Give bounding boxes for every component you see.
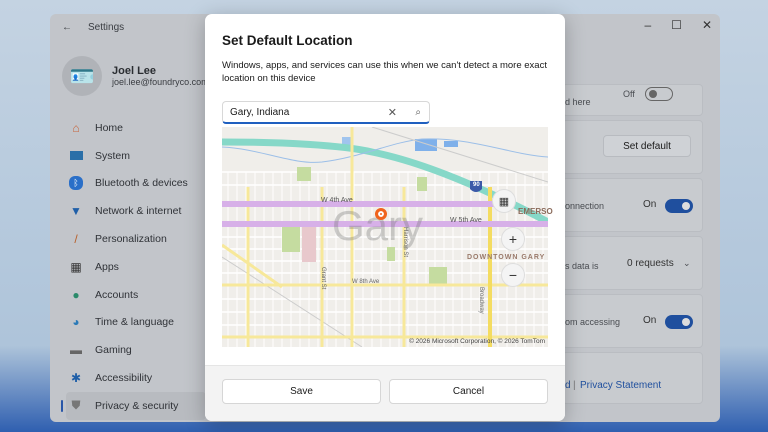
separator: | [573, 380, 576, 391]
setting-label: s data is [565, 261, 599, 271]
nav-label: Personalization [95, 233, 167, 245]
nav-label: Accessibility [95, 372, 152, 384]
system-icon [69, 149, 83, 163]
toggle-state: On [643, 315, 656, 326]
user-email: joel.lee@foundryco.com [112, 77, 209, 87]
save-button[interactable]: Save [222, 379, 381, 404]
setting-card-1: d here Off [562, 84, 703, 116]
sidebar-item-accessibility[interactable]: ✱ Accessibility [66, 364, 206, 392]
home-icon: ⌂ [69, 121, 83, 135]
brush-icon: / [69, 232, 83, 246]
cancel-button[interactable]: Cancel [389, 379, 548, 404]
dialog-title: Set Default Location [222, 33, 353, 48]
nav-label: Privacy & security [95, 400, 178, 412]
nav-label: Home [95, 122, 123, 134]
toggle-switch[interactable] [645, 87, 673, 101]
nav-label: System [95, 150, 130, 162]
setting-card-4: s data is 0 requests ⌄ [562, 236, 703, 290]
setting-card-5: om accessing On [562, 294, 703, 348]
dialog-description: Windows, apps, and services can use this… [222, 59, 557, 85]
sidebar-item-apps[interactable]: ▦ Apps [66, 253, 206, 281]
window-controls: – ☐ ✕ [644, 18, 712, 32]
sidebar-item-privacy-security[interactable]: ⛊ Privacy & security [66, 392, 206, 420]
nav-label: Apps [95, 261, 119, 273]
title-bar: ← Settings [62, 22, 124, 33]
person-icon: ● [69, 288, 83, 302]
sidebar-item-bluetooth[interactable]: ᛒ Bluetooth & devices [66, 170, 206, 198]
location-search-input[interactable]: Gary, Indiana ✕ ⌕ [222, 101, 430, 124]
requests-dropdown[interactable]: 0 requests [627, 258, 674, 269]
clear-icon[interactable]: ✕ [388, 106, 397, 119]
street-label: Grant St [320, 267, 326, 289]
dialog-footer: Save Cancel [205, 365, 565, 421]
interstate-shield: 90 [473, 182, 480, 188]
search-icon[interactable]: ⌕ [415, 107, 421, 118]
sidebar-item-personalization[interactable]: / Personalization [66, 225, 206, 253]
street-label: W 5th Ave [450, 217, 482, 224]
nav-label: Bluetooth & devices [95, 177, 188, 189]
link-fragment[interactable]: d [565, 380, 571, 391]
location-pin-icon [375, 208, 387, 220]
toggle-switch[interactable] [665, 315, 693, 329]
minimize-icon[interactable]: – [644, 18, 651, 32]
bluetooth-icon: ᛒ [69, 176, 83, 190]
nav-label: Gaming [95, 344, 132, 356]
sidebar-item-gaming[interactable]: ▬ Gaming [66, 336, 206, 364]
zoom-in-button[interactable]: + [501, 227, 525, 251]
setting-card-2: Set default [562, 120, 703, 174]
toggle-state: Off [623, 89, 635, 99]
map-attribution: © 2026 Microsoft Corporation, © 2026 Tom… [409, 338, 545, 345]
zoom-out-button[interactable]: − [501, 263, 525, 287]
toggle-switch[interactable] [665, 199, 693, 213]
nav-label: Time & language [95, 316, 174, 328]
globe-clock-icon: ◕ [69, 315, 83, 329]
gamepad-icon: ▬ [69, 343, 83, 357]
street-label: W 8th Ave [352, 279, 379, 285]
search-value: Gary, Indiana [230, 107, 289, 118]
user-profile: 🪪 Joel Lee joel.lee@foundryco.com [62, 56, 209, 96]
back-arrow-icon[interactable]: ← [62, 22, 72, 33]
street-label: W 4th Ave [321, 197, 353, 204]
accessibility-icon: ✱ [69, 371, 83, 385]
user-name: Joel Lee [112, 65, 209, 77]
sidebar-item-system[interactable]: System [66, 142, 206, 170]
set-default-button[interactable]: Set default [603, 135, 691, 157]
chevron-down-icon[interactable]: ⌄ [683, 258, 691, 269]
privacy-statement-link[interactable]: Privacy Statement [580, 380, 661, 391]
neighborhood-label: EMERSO [518, 207, 553, 216]
district-label: DOWNTOWN GARY [467, 254, 545, 261]
wifi-icon: ▼ [69, 204, 83, 218]
sidebar-item-time-language[interactable]: ◕ Time & language [66, 309, 206, 337]
map-style-button[interactable]: ▦ [492, 189, 516, 213]
sidebar-nav: ⌂ Home System ᛒ Bluetooth & devices ▼ Netwo… [66, 114, 206, 420]
maximize-icon[interactable]: ☐ [671, 18, 682, 32]
avatar: 🪪 [62, 56, 102, 96]
nav-label: Network & internet [95, 205, 181, 217]
sidebar-item-home[interactable]: ⌂ Home [66, 114, 206, 142]
toggle-state: On [643, 199, 656, 210]
nav-label: Accounts [95, 289, 138, 301]
setting-label: om accessing [565, 317, 620, 327]
set-default-location-dialog: Set Default Location Windows, apps, and … [205, 14, 565, 421]
apps-icon: ▦ [69, 260, 83, 274]
app-title: Settings [88, 22, 124, 33]
sidebar-item-network[interactable]: ▼ Network & internet [66, 197, 206, 225]
setting-card-6: d | Privacy Statement [562, 352, 703, 404]
shield-icon: ⛊ [69, 399, 83, 413]
setting-card-3: onnection On [562, 178, 703, 232]
sidebar-item-accounts[interactable]: ● Accounts [66, 281, 206, 309]
map-view[interactable]: Gary W 4th Ave W 5th Ave W 8th Ave Broad… [222, 127, 548, 347]
street-label: Harrison St [402, 227, 408, 257]
street-label: Broadway [478, 287, 484, 314]
setting-label: onnection [565, 201, 604, 211]
setting-label: d here [565, 97, 591, 107]
close-icon[interactable]: ✕ [702, 18, 712, 32]
